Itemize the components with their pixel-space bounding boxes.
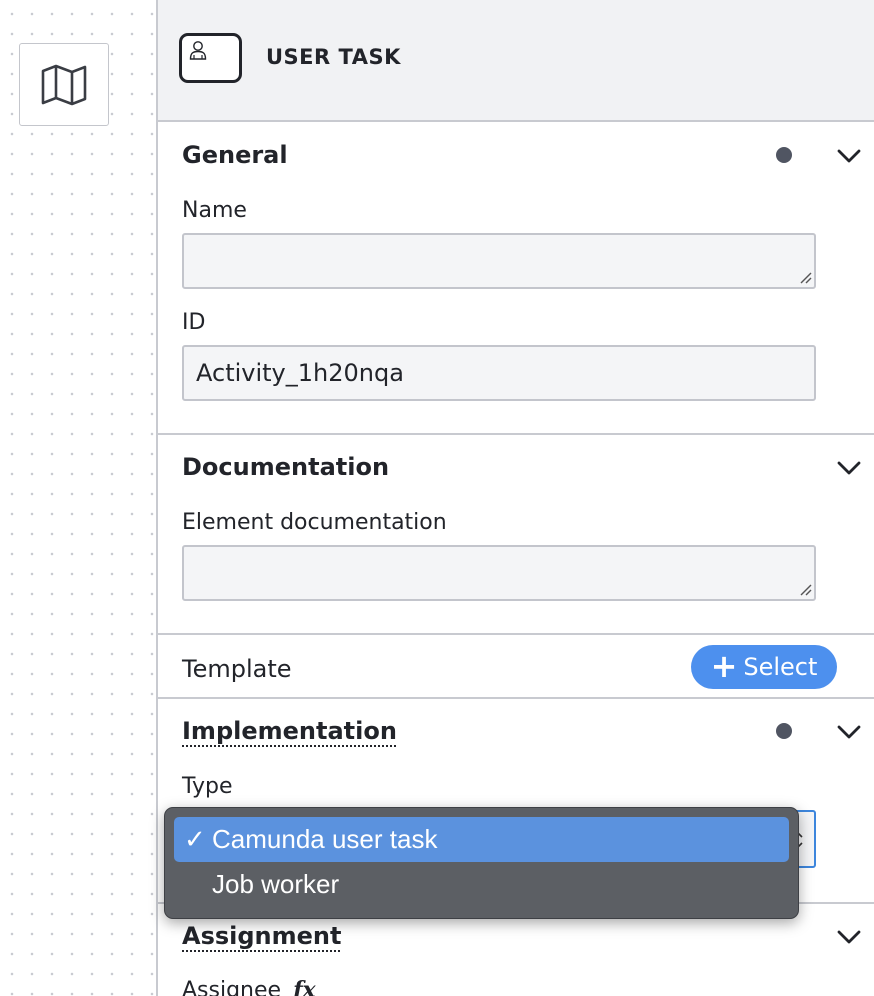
fx-icon[interactable]: fx bbox=[293, 977, 316, 996]
plus-icon: + bbox=[710, 646, 738, 685]
group-title-documentation[interactable]: Documentation bbox=[182, 453, 389, 481]
chevron-down-icon[interactable] bbox=[836, 927, 862, 947]
element-type-title: USER TASK bbox=[266, 45, 401, 69]
group-data-indicator-implementation bbox=[776, 723, 792, 739]
group-data-indicator-general bbox=[776, 147, 792, 163]
user-task-icon bbox=[179, 33, 242, 83]
group-title-implementation[interactable]: Implementation bbox=[182, 717, 397, 745]
divider bbox=[158, 633, 874, 635]
divider bbox=[158, 697, 874, 699]
element-documentation-field[interactable] bbox=[182, 545, 816, 601]
chevron-down-icon[interactable] bbox=[836, 146, 862, 166]
group-title-general[interactable]: General bbox=[182, 141, 288, 169]
divider bbox=[158, 433, 874, 435]
resize-grip-icon[interactable] bbox=[799, 271, 813, 285]
dropdown-option-camunda-user-task[interactable]: ✓ Camunda user task bbox=[174, 817, 789, 862]
map-icon bbox=[41, 64, 87, 105]
dropdown-option-job-worker[interactable]: Job worker bbox=[174, 862, 789, 907]
assignee-label-row: Assignee fx bbox=[182, 977, 316, 996]
panel-header: USER TASK bbox=[158, 0, 874, 122]
resize-grip-icon[interactable] bbox=[799, 583, 813, 597]
minimap-toggle-button[interactable] bbox=[19, 43, 109, 126]
select-template-label: Select bbox=[743, 653, 818, 681]
chevron-down-icon[interactable] bbox=[836, 722, 862, 742]
type-dropdown-menu: ✓ Camunda user task Job worker bbox=[164, 807, 799, 919]
dropdown-option-label: Job worker bbox=[212, 869, 340, 899]
group-title-assignment[interactable]: Assignment bbox=[182, 922, 341, 950]
template-label: Template bbox=[182, 655, 292, 683]
name-field[interactable] bbox=[182, 233, 816, 289]
name-label: Name bbox=[182, 198, 247, 223]
id-field[interactable]: Activity_1h20nqa bbox=[182, 345, 816, 401]
id-label: ID bbox=[182, 310, 206, 335]
element-documentation-label: Element documentation bbox=[182, 510, 447, 535]
dropdown-option-label: Camunda user task bbox=[212, 824, 438, 854]
diagram-canvas[interactable] bbox=[0, 0, 156, 996]
assignee-label: Assignee bbox=[182, 978, 282, 996]
select-template-button[interactable]: + Select bbox=[691, 645, 837, 689]
type-label: Type bbox=[182, 774, 233, 799]
checkmark-icon: ✓ bbox=[184, 824, 206, 854]
chevron-down-icon[interactable] bbox=[836, 458, 862, 478]
